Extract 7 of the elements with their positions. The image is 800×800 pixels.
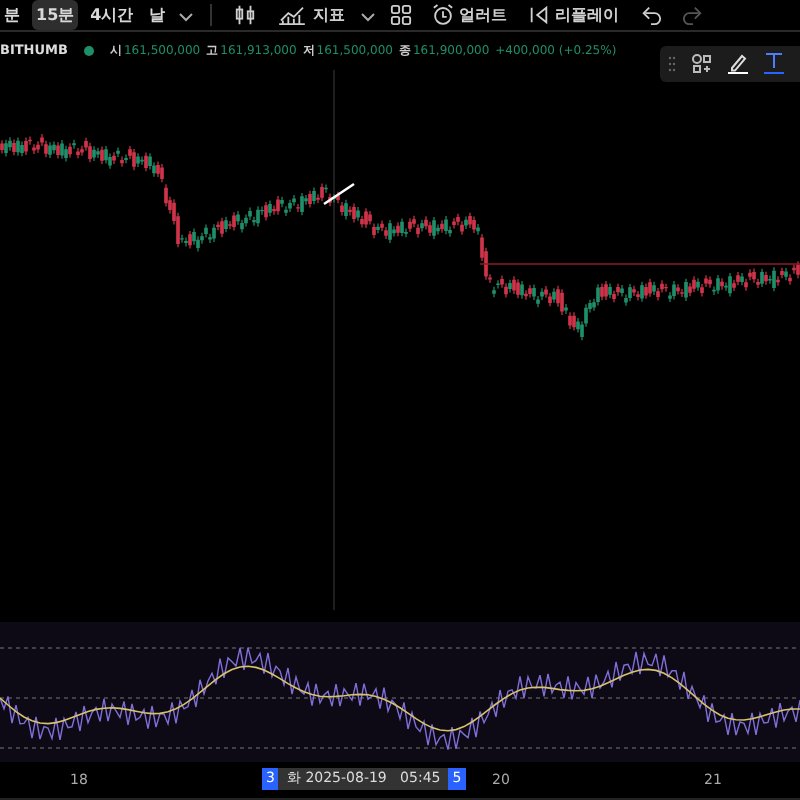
- toolbar-button[interactable]: 리플레이: [521, 4, 626, 26]
- interval-tab[interactable]: 분: [0, 0, 24, 30]
- interval-tab[interactable]: 4시간: [86, 0, 138, 30]
- interval-tab[interactable]: 15분: [32, 0, 79, 30]
- toolbar-button[interactable]: 얼러트: [425, 4, 514, 26]
- toolbar-button[interactable]: 지표: [269, 4, 352, 26]
- interval-tab[interactable]: 날: [145, 0, 170, 30]
